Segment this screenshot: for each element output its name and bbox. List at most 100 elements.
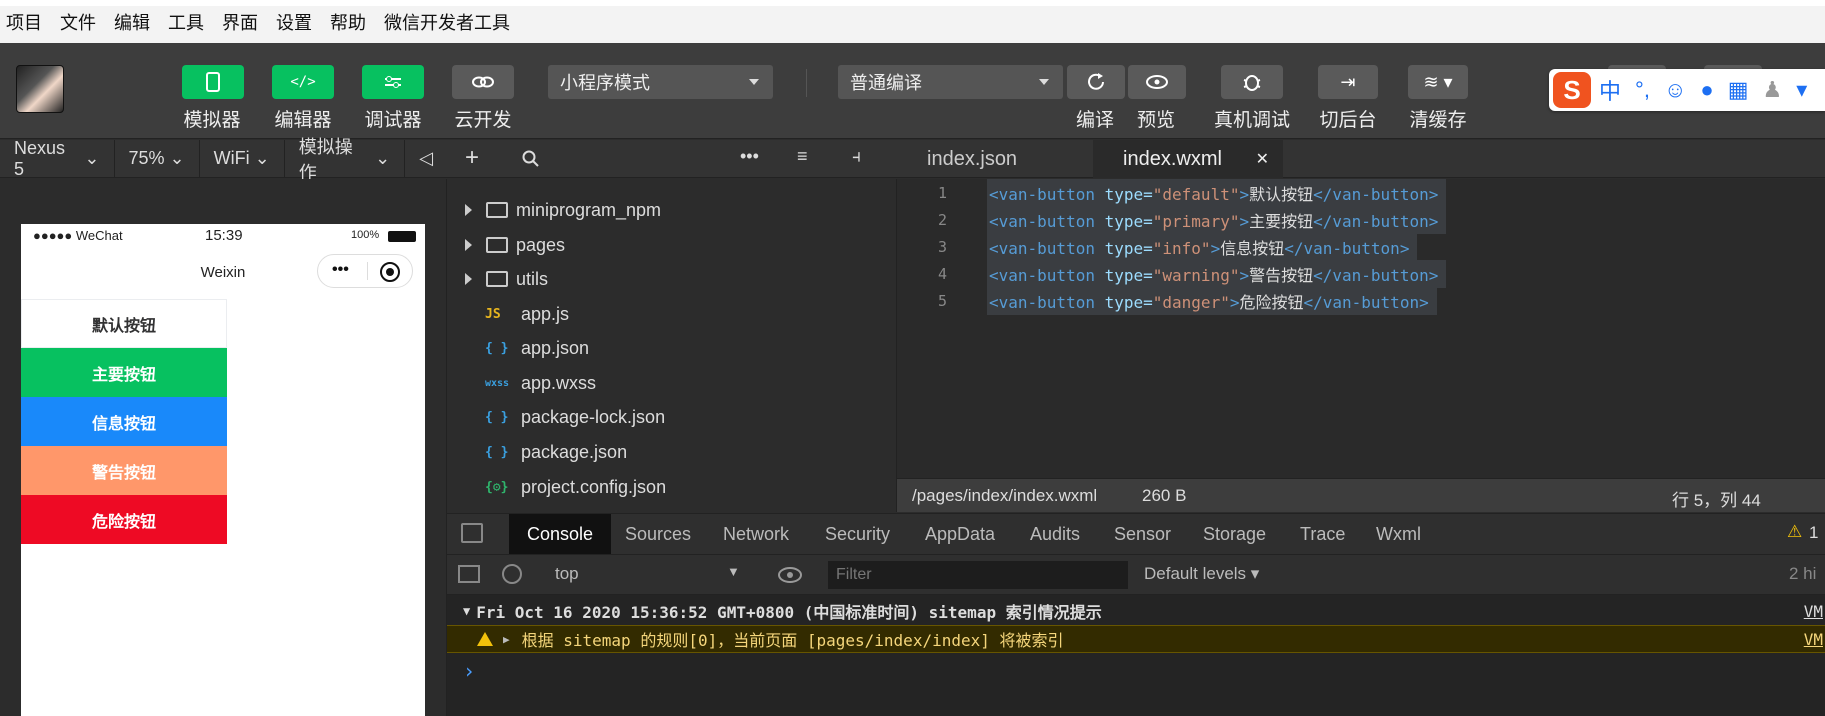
toolbar-divider (806, 69, 807, 97)
tab-appdata[interactable]: AppData (925, 514, 995, 554)
danger-button[interactable]: 危险按钮 (21, 495, 227, 544)
editor-tabs: index.json index.wxml ✕ (897, 140, 1825, 178)
tab-index-wxml[interactable]: index.wxml ✕ (1093, 140, 1283, 178)
sim-ops-select[interactable]: 模拟操作 ⌄ (285, 137, 406, 183)
more-icon[interactable]: ••• (740, 146, 759, 167)
tab-storage[interactable]: Storage (1203, 514, 1266, 554)
folder-item[interactable]: utils (447, 265, 548, 293)
levels-select[interactable]: Default levels ▾ (1144, 564, 1259, 584)
warning-icon[interactable]: ⚠ (1787, 522, 1802, 542)
mode-select[interactable]: 小程序模式 (548, 65, 773, 99)
code-icon: </> (290, 74, 316, 90)
shirt-icon[interactable]: ▾ (1796, 77, 1807, 103)
folder-item[interactable]: miniprogram_npm (447, 196, 661, 224)
hidden-count: 2 hi (1789, 564, 1817, 583)
menu-view[interactable]: 界面 (222, 9, 258, 35)
avatar[interactable] (16, 65, 64, 113)
menu-devtools[interactable]: 微信开发者工具 (384, 9, 510, 35)
code-text: <van-button type="danger">危险按钮</van-butt… (987, 286, 1437, 315)
source-link[interactable]: VM (1804, 630, 1823, 649)
eye-icon[interactable] (777, 566, 803, 584)
warning-button[interactable]: 警告按钮 (21, 446, 227, 495)
compile-button[interactable] (1067, 65, 1125, 99)
source-link[interactable]: VM (1804, 602, 1823, 621)
file-item[interactable]: { } package-lock.json (447, 403, 665, 431)
code-editor[interactable]: 1 <van-button type="default">默认按钮</van-b… (897, 178, 1825, 478)
warning-count: 1 (1809, 523, 1819, 542)
file-item[interactable]: JS app.js (447, 300, 569, 328)
console-group-row[interactable]: ▼ Fri Oct 16 2020 15:36:52 GMT+0800 (中国标… (447, 597, 1825, 625)
inspect-icon[interactable] (461, 523, 483, 543)
collapse-icon[interactable]: ≡ (797, 146, 808, 167)
primary-button[interactable]: 主要按钮 (21, 348, 227, 397)
tab-wxml[interactable]: Wxml (1376, 514, 1421, 554)
default-button[interactable]: 默认按钮 (21, 299, 227, 348)
tab-trace[interactable]: Trace (1300, 514, 1345, 554)
tab-console[interactable]: Console (509, 514, 612, 554)
device-select[interactable]: Nexus 5 ⌄ (0, 138, 115, 179)
code-line: 4 <van-button type="warning">警告按钮</van-b… (897, 259, 1825, 288)
file-item[interactable]: { } package.json (447, 438, 627, 466)
ime-punct-toggle[interactable]: °, (1635, 77, 1650, 103)
context-select[interactable]: ▼ (727, 564, 740, 579)
remote-debug-button[interactable] (1221, 65, 1283, 99)
caret-right-icon (465, 204, 472, 216)
clear-console-icon[interactable] (502, 564, 522, 584)
preview-button[interactable] (1128, 65, 1186, 99)
tab-index-json[interactable]: index.json (897, 140, 1093, 178)
menu-help[interactable]: 帮助 (330, 9, 366, 35)
menu-edit[interactable]: 编辑 (114, 9, 150, 35)
tab-audits[interactable]: Audits (1030, 514, 1080, 554)
simulator-toolbar: Nexus 5 ⌄ 75% ⌄ WiFi ⌄ 模拟操作 ⌄ ◁ (0, 137, 447, 183)
debugger-label: 调试器 (364, 109, 422, 131)
zoom-select[interactable]: 75% ⌄ (115, 139, 200, 178)
file-item[interactable]: {⚙} project.config.json (447, 473, 666, 501)
sogou-logo-icon[interactable]: S (1553, 72, 1591, 108)
filter-input[interactable] (828, 561, 1128, 589)
line-number: 2 (937, 210, 947, 229)
info-button[interactable]: 信息按钮 (21, 397, 227, 446)
editor-button[interactable]: </> (272, 65, 334, 99)
code-text: <van-button type="info">信息按钮</van-button… (987, 232, 1418, 261)
tab-network[interactable]: Network (723, 514, 789, 554)
config-file-icon: {⚙} (485, 479, 509, 495)
tab-security[interactable]: Security (825, 514, 890, 554)
microphone-icon[interactable]: ● (1700, 77, 1713, 103)
keyboard-icon[interactable]: ▦ (1728, 77, 1749, 103)
context-select-value: top (555, 564, 579, 583)
file-name: miniprogram_npm (516, 199, 662, 220)
sidebar-toggle-icon[interactable] (458, 565, 480, 583)
add-icon[interactable]: + (465, 144, 479, 172)
user-icon[interactable]: ♟ (1763, 77, 1783, 103)
console-prompt[interactable]: › (447, 657, 1825, 685)
file-item[interactable]: wxss app.wxss (447, 369, 596, 397)
simulator-button[interactable] (182, 65, 244, 99)
preview-label: 预览 (1136, 109, 1175, 131)
cursor-position[interactable]: 行 5，列 44 (1672, 486, 1761, 511)
volume-button[interactable]: ◁ (405, 140, 447, 178)
more-icon[interactable]: ••• (332, 261, 349, 279)
menu-tools[interactable]: 工具 (168, 9, 204, 35)
close-miniprogram-icon[interactable] (380, 262, 400, 282)
menu-file[interactable]: 文件 (60, 9, 96, 35)
cloud-button[interactable] (452, 65, 514, 99)
ime-emoji-button[interactable]: ☺ (1664, 77, 1686, 103)
menu-settings[interactable]: 设置 (276, 9, 312, 35)
compile-select[interactable]: 普通编译 (838, 65, 1063, 99)
clear-cache-button[interactable]: ≋ ▾ (1408, 65, 1468, 99)
network-select[interactable]: WiFi ⌄ (200, 139, 285, 178)
close-icon[interactable]: ✕ (1256, 149, 1269, 169)
debugger-button[interactable] (362, 65, 424, 99)
console-warning-row[interactable]: ▶ 根据 sitemap 的规则[0]，当前页面 [pages/index/in… (447, 625, 1825, 653)
menu-project[interactable]: 项目 (6, 9, 42, 35)
caret-down-icon: ▼ (463, 604, 471, 618)
search-icon[interactable] (522, 150, 540, 168)
tab-sensor[interactable]: Sensor (1114, 514, 1171, 554)
file-item[interactable]: { } app.json (447, 334, 589, 362)
background-button[interactable]: ⇥ (1318, 65, 1378, 99)
caret-right-icon: ▶ (503, 632, 510, 646)
ime-chinese-toggle[interactable]: 中 (1599, 74, 1621, 106)
folder-item[interactable]: pages (447, 231, 565, 259)
tab-sources[interactable]: Sources (625, 514, 691, 554)
toggle-panel-icon[interactable]: ⫞ (852, 146, 861, 167)
